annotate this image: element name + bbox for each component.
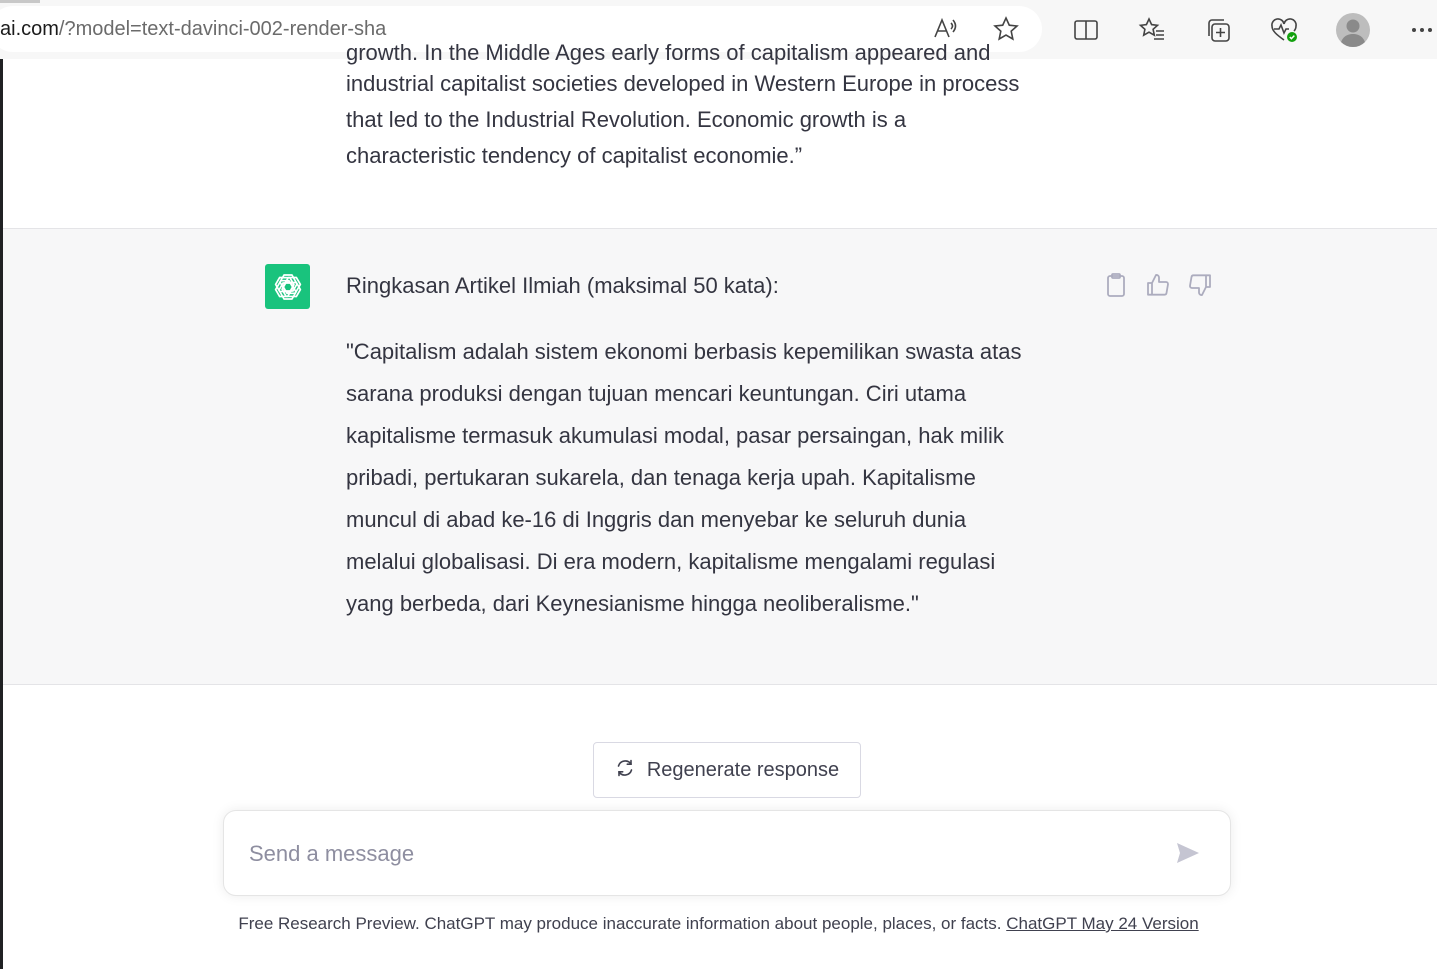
- regenerate-icon: [615, 758, 635, 783]
- footer-disclaimer-text: Free Research Preview. ChatGPT may produ…: [238, 914, 1007, 933]
- thumbs-up-icon[interactable]: [1144, 271, 1172, 299]
- regenerate-response-label: Regenerate response: [646, 758, 840, 781]
- url-path: /?model=text-davinci-002-render-sha: [58, 18, 387, 40]
- message-input[interactable]: [247, 831, 1151, 877]
- assistant-message-body: "Capitalism adalah sistem ekonomi berbas…: [346, 331, 1106, 625]
- assistant-body-line: yang berbeda, dari Keynesianisme hingga …: [346, 591, 919, 616]
- version-link[interactable]: ChatGPT May 24 Version: [1006, 914, 1198, 933]
- user-message: growth. In the Middle Ages early forms o…: [3, 40, 1437, 228]
- assistant-body-line: muncul di abad ke-16 di Inggris dan meny…: [346, 507, 967, 532]
- user-message-line: characteristic tendency of capitalist ec…: [346, 143, 803, 168]
- favorite-star-icon[interactable]: [988, 11, 1024, 47]
- regenerate-response-button[interactable]: Regenerate response: [593, 742, 861, 798]
- split-screen-icon[interactable]: [1068, 12, 1104, 48]
- tab-strip-edge: [0, 0, 40, 3]
- assistant-body-line: kapitalisme termasuk akumulasi modal, pa…: [346, 423, 1004, 448]
- assistant-body-line: "Capitalism adalah sistem ekonomi berbas…: [346, 339, 1022, 364]
- user-message-text: industrial capitalist societies develope…: [346, 66, 1106, 174]
- assistant-body-line: melalui globalisasi. Di era modern, kapi…: [346, 549, 996, 574]
- copy-icon[interactable]: [1102, 271, 1130, 299]
- message-composer: [223, 810, 1231, 896]
- url-text[interactable]: ai.com/?model=text-davinci-002-render-sh…: [0, 6, 386, 52]
- url-domain: ai.com: [0, 18, 59, 40]
- chatgpt-logo-icon: [265, 264, 310, 309]
- footer-disclaimer: Free Research Preview. ChatGPT may produ…: [0, 914, 1437, 934]
- profile-avatar[interactable]: [1336, 13, 1370, 47]
- assistant-message-content: Ringkasan Artikel Ilmiah (maksimal 50 ka…: [346, 268, 1106, 625]
- assistant-body-line: pribadi, pertukaran sukarela, dan tenaga…: [346, 465, 976, 490]
- assistant-message-title: Ringkasan Artikel Ilmiah (maksimal 50 ka…: [346, 273, 779, 298]
- user-message-line: that led to the Industrial Revolution. E…: [346, 107, 907, 132]
- send-icon[interactable]: [1170, 835, 1206, 871]
- collections-icon[interactable]: [1200, 12, 1236, 48]
- favorites-list-icon[interactable]: [1134, 12, 1170, 48]
- more-menu-icon[interactable]: [1404, 12, 1437, 48]
- browser-essentials-icon[interactable]: [1266, 12, 1302, 48]
- assistant-message: Ringkasan Artikel Ilmiah (maksimal 50 ka…: [3, 228, 1437, 685]
- user-message-line: industrial capitalist societies develope…: [346, 71, 1020, 96]
- assistant-body-line: sarana produksi dengan tujuan mencari ke…: [346, 381, 967, 406]
- thumbs-down-icon[interactable]: [1186, 271, 1214, 299]
